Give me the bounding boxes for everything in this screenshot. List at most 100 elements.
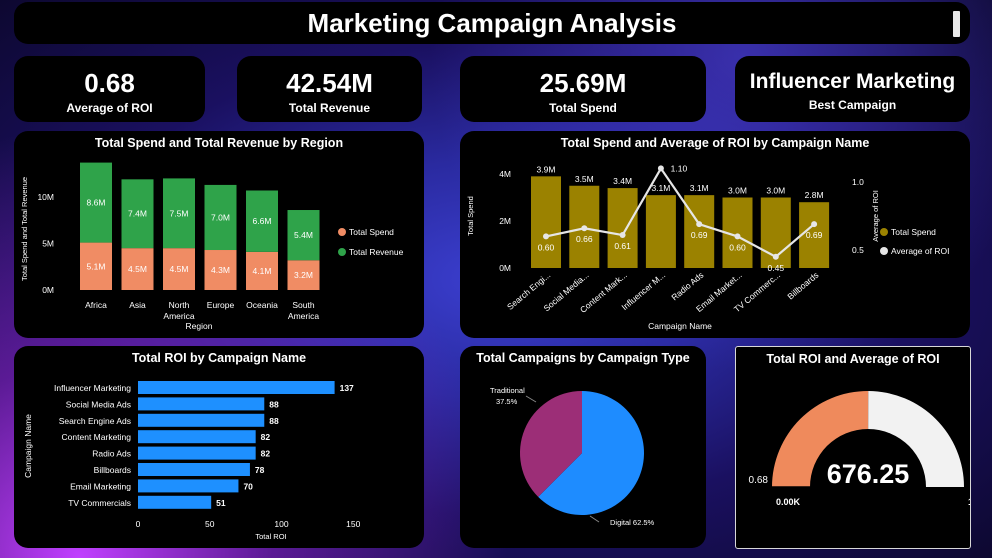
data-label: 7.0M xyxy=(211,212,230,222)
data-label: 3.0M xyxy=(766,186,785,196)
kpi-value: Influencer Marketing xyxy=(749,70,956,93)
data-label: 1.10 xyxy=(671,163,688,173)
y-axis-label: Total Spend xyxy=(466,196,475,236)
x-tick-label: 150 xyxy=(346,519,360,529)
data-label: 0.61 xyxy=(614,241,631,251)
y-tick-label: 4M xyxy=(499,169,511,179)
data-label: 5.1M xyxy=(87,261,106,271)
leader-line xyxy=(589,515,600,523)
data-label: 51 xyxy=(216,498,226,508)
data-label: 4.5M xyxy=(128,264,147,274)
pie-label-traditional-pct: 37.5% xyxy=(496,397,518,406)
data-label: 88 xyxy=(269,416,279,426)
chart-campaigns-by-type[interactable]: Total Campaigns by Campaign Type Digital… xyxy=(460,346,706,548)
x-tick-label: Oceania xyxy=(246,300,278,310)
x-tick-label: South xyxy=(292,300,314,310)
x-tick-label: Radio Ads xyxy=(669,270,705,303)
y2-axis-label: Average of ROI xyxy=(871,190,880,242)
y-tick-label: TV Commercials xyxy=(68,498,131,508)
point-average-roi xyxy=(543,233,549,240)
kpi-total-revenue: 42.54M Total Revenue xyxy=(237,56,422,122)
data-label: 82 xyxy=(261,432,271,442)
kpi-value: 42.54M xyxy=(286,68,373,98)
legend-marker xyxy=(880,228,888,236)
data-label: 6.6M xyxy=(253,216,272,226)
x-tick-label: Africa xyxy=(85,300,107,310)
point-average-roi xyxy=(581,225,588,232)
y-tick-label: 10M xyxy=(37,192,54,202)
x-tick-label: Billboards xyxy=(785,270,820,302)
data-label: 0.66 xyxy=(576,234,593,244)
data-label: 137 xyxy=(340,383,354,393)
gauge-total-roi[interactable]: Total ROI and Average of ROI 676.25 0.68 0… xyxy=(735,346,971,549)
data-label: 5.4M xyxy=(294,230,313,240)
y-tick-label: Email Marketing xyxy=(70,481,131,491)
point-average-roi xyxy=(734,233,741,240)
bar-total-roi xyxy=(138,463,250,476)
data-label: 4.1M xyxy=(253,266,272,276)
data-label: 0.60 xyxy=(538,242,555,252)
dashboard-header: Marketing Campaign Analysis xyxy=(14,2,970,44)
legend-marker xyxy=(880,247,888,255)
data-label: 2.8M xyxy=(805,190,824,200)
pie-label-digital: Digital 62.5% xyxy=(610,518,655,527)
data-label: 0.69 xyxy=(806,230,823,240)
data-label: 3.2M xyxy=(294,270,313,280)
data-label: 3.1M xyxy=(651,183,670,193)
scrollbar-handle[interactable] xyxy=(953,11,960,37)
bar-total-roi xyxy=(138,479,239,493)
gauge-min-label: 0.00K xyxy=(776,497,801,507)
bar-total-spend xyxy=(531,176,561,268)
x-tick-label: 0 xyxy=(136,519,141,529)
kpi-label: Average of ROI xyxy=(66,101,153,115)
point-average-roi xyxy=(811,221,818,228)
y-axis-label: Campaign Name xyxy=(23,414,33,478)
y-tick-label: 0M xyxy=(42,285,54,295)
kpi-label: Total Spend xyxy=(549,101,617,115)
legend-marker xyxy=(338,248,346,256)
kpi-value: 0.68 xyxy=(84,68,135,98)
gauge-target-label: 0.68 xyxy=(749,475,769,486)
data-label: 3.1M xyxy=(690,183,709,193)
legend-label: Total Revenue xyxy=(349,247,404,257)
x-tick-label: Asia xyxy=(129,300,146,310)
data-label: 3.0M xyxy=(728,186,747,196)
gauge-value: 676.25 xyxy=(827,459,910,489)
x-tick-label: Europe xyxy=(207,300,235,310)
y2-tick-label: 0.5 xyxy=(852,245,864,255)
point-average-roi xyxy=(619,232,626,239)
y-tick-label: Radio Ads xyxy=(92,449,131,459)
x-axis-label: Campaign Name xyxy=(648,321,712,331)
y-tick-label: Social Media Ads xyxy=(66,399,131,409)
data-label: 8.6M xyxy=(87,198,106,208)
legend-label: Average of ROI xyxy=(891,246,949,256)
chart-total-roi-by-campaign[interactable]: Total ROI by Campaign Name Campaign Name… xyxy=(14,346,424,548)
gauge-svg: 676.25 0.68 0.00K 1.35K xyxy=(749,391,971,507)
bar-total-roi xyxy=(138,430,256,444)
y-tick-label: 5M xyxy=(42,239,54,249)
bar-total-roi xyxy=(138,495,212,509)
x-tick-label: North xyxy=(169,300,190,310)
y-tick-label: Influencer Marketing xyxy=(54,383,131,393)
bar-total-spend xyxy=(607,188,638,268)
chart-spend-roi-by-campaign[interactable]: Total Spend and Average of ROI by Campai… xyxy=(460,131,970,338)
bar-total-spend xyxy=(645,195,676,268)
gauge-max-label: 1.35K xyxy=(968,497,971,507)
chart-spend-revenue-by-region[interactable]: Total Spend and Total Revenue by Region … xyxy=(14,131,424,338)
legend-marker xyxy=(338,228,346,236)
y-tick-label: 0M xyxy=(499,263,511,273)
bar-total-roi xyxy=(138,446,256,460)
point-average-roi xyxy=(772,253,779,260)
data-label: 3.5M xyxy=(575,174,594,184)
y-tick-label: Billboards xyxy=(94,465,131,475)
legend-label: Total Spend xyxy=(349,227,394,237)
y-tick-label: Content Marketing xyxy=(62,432,132,442)
kpi-value: 25.69M xyxy=(539,68,627,98)
kpi-best-campaign: Influencer Marketing Best Campaign xyxy=(735,56,970,122)
kpi-label: Total Revenue xyxy=(288,101,371,115)
x-axis-label: Region xyxy=(186,321,213,331)
x-tick-label: 100 xyxy=(274,519,288,529)
data-label: 3.4M xyxy=(613,176,632,186)
y-tick-label: Search Engine Ads xyxy=(59,416,131,426)
data-label: 88 xyxy=(269,399,279,409)
